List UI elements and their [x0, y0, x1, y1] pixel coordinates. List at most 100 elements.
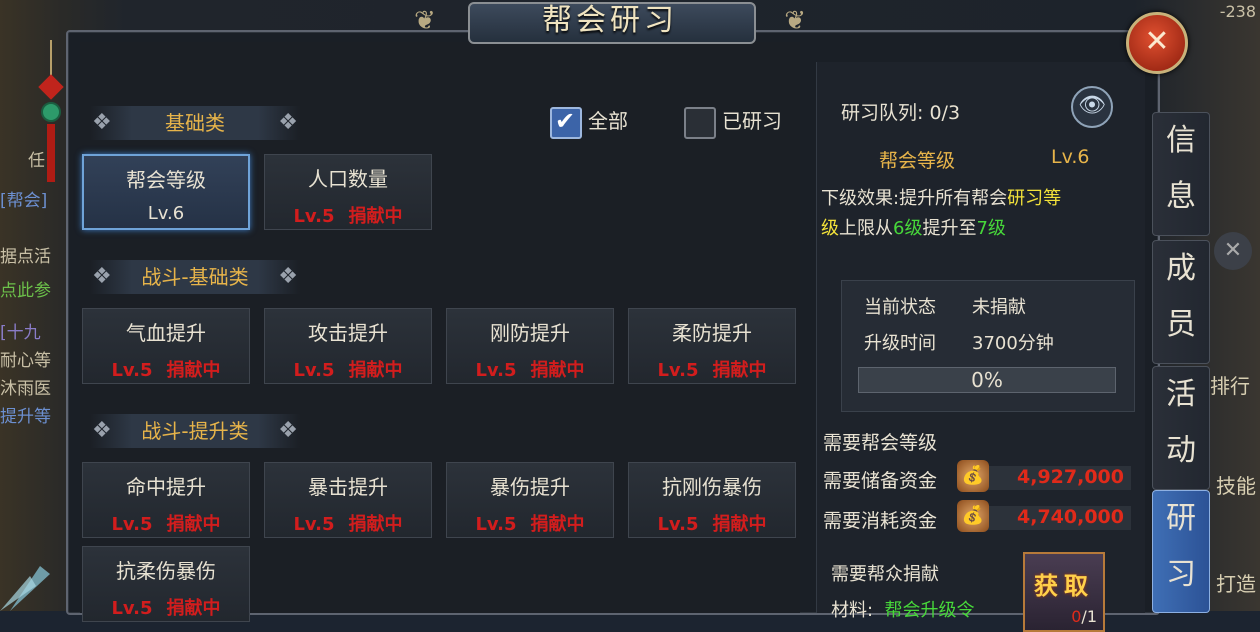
- card-name: 暴伤提升: [490, 475, 570, 499]
- tab-char: 成: [1166, 251, 1196, 286]
- research-card-soft-defense[interactable]: 柔防提升 Lv.5 捐献中: [628, 308, 796, 384]
- eye-icon[interactable]: 👁: [1071, 86, 1113, 128]
- research-card-hp[interactable]: 气血提升 Lv.5 捐献中: [82, 308, 250, 384]
- research-card-hit[interactable]: 命中提升 Lv.5 捐献中: [82, 462, 250, 538]
- card-level: Lv.5: [293, 514, 335, 535]
- effect-text: 提升至: [922, 218, 977, 239]
- filter-researched-checkbox[interactable]: 已研习: [684, 106, 782, 139]
- bg-text: 技能: [1216, 474, 1256, 498]
- card-status: Lv.5 捐献中: [265, 202, 431, 228]
- title-ornament-left-icon: ❦: [414, 6, 436, 36]
- card-name: 命中提升: [126, 475, 206, 499]
- card-status: Lv.5 捐献中: [629, 510, 795, 536]
- time-label: 升级时间: [864, 333, 936, 354]
- card-level: Lv.5: [657, 514, 699, 535]
- card-name: 帮会等级: [126, 168, 206, 192]
- background-chat-strip: 任 [帮会] 据点活 点此参 [十九 耐心等 沐雨医 提升等: [0, 140, 70, 600]
- queue-label: 研习队列:: [841, 102, 924, 124]
- card-progress: 捐献中: [712, 360, 767, 381]
- next-effect-line2: 级上限从6级提升至7级: [821, 214, 1006, 240]
- checkbox-unchecked-icon: [684, 106, 716, 139]
- card-progress: 捐献中: [166, 598, 221, 619]
- ornament-right-icon: ❖: [278, 264, 298, 289]
- tab-members[interactable]: 成员: [1152, 240, 1210, 364]
- research-card-anti-hard-crit[interactable]: 抗刚伤暴伤 Lv.5 捐献中: [628, 462, 796, 538]
- card-name: 气血提升: [126, 321, 206, 345]
- research-list-pane: 全部 已研习 ❖ 基础类 ❖ 帮会等级 Lv.6 人口数量 Lv.5 捐献中 ❖ 战斗-…: [80, 42, 800, 622]
- card-name: 抗刚伤暴伤: [662, 475, 762, 499]
- effect-to: 7级: [976, 218, 1006, 239]
- card-progress: 捐献中: [348, 206, 403, 227]
- section-header-basic: ❖ 基础类 ❖: [90, 106, 300, 140]
- effect-highlight: 级: [821, 218, 839, 239]
- detail-name: 帮会等级: [879, 150, 956, 172]
- card-level: Lv.5: [475, 514, 517, 535]
- research-card-crit-damage[interactable]: 暴伤提升 Lv.5 捐献中: [446, 462, 614, 538]
- get-label: 获取: [1034, 572, 1094, 600]
- close-button[interactable]: ✕: [1126, 12, 1188, 74]
- effect-text: 下级效果:提升所有帮会: [821, 188, 1008, 209]
- tab-activity[interactable]: 活动: [1152, 366, 1210, 490]
- tab-research[interactable]: 研习: [1152, 490, 1210, 613]
- card-progress: 捐献中: [530, 360, 585, 381]
- tab-info[interactable]: 信息: [1152, 112, 1210, 236]
- tab-char: 习: [1166, 557, 1196, 592]
- card-progress: 捐献中: [712, 514, 767, 535]
- queue-value: 0/3: [929, 102, 961, 124]
- tab-char: 员: [1166, 307, 1196, 342]
- req-consume-label: 需要消耗资金: [823, 510, 938, 532]
- money-bag-icon: 💰: [957, 500, 989, 532]
- research-card-crit[interactable]: 暴击提升 Lv.5 捐献中: [264, 462, 432, 538]
- section-title: 战斗-基础类: [141, 265, 249, 289]
- upgrade-progress-bar: 0%: [858, 367, 1116, 393]
- card-level: Lv.5: [111, 598, 153, 619]
- card-progress: 捐献中: [530, 514, 585, 535]
- card-level: Lv.5: [475, 360, 517, 381]
- bg-text: 排行: [1210, 374, 1250, 398]
- card-progress: 捐献中: [166, 360, 221, 381]
- effect-from: 6级: [893, 218, 923, 239]
- close-icon: ✕: [1144, 24, 1170, 59]
- material-line: 材料: 帮会升级令: [831, 596, 975, 622]
- card-status: Lv.5 捐献中: [265, 356, 431, 382]
- filter-all-checkbox[interactable]: 全部: [550, 106, 628, 139]
- get-material-button[interactable]: 获取 0/1: [1023, 552, 1105, 632]
- material-count: 0/1: [1071, 607, 1097, 626]
- time-value: 3700分钟: [972, 333, 1054, 354]
- research-card-attack[interactable]: 攻击提升 Lv.5 捐献中: [264, 308, 432, 384]
- card-name: 刚防提升: [490, 321, 570, 345]
- tab-char: 信: [1166, 123, 1196, 158]
- req-guild-level: 需要帮会等级: [823, 432, 938, 454]
- section-title: 战斗-提升类: [141, 419, 249, 443]
- research-card-guild-level[interactable]: 帮会等级 Lv.6: [82, 154, 250, 230]
- effect-highlight: 研习等: [1007, 188, 1062, 209]
- bg-text: [十九: [0, 323, 41, 343]
- tab-char: 活: [1166, 377, 1196, 412]
- state-value: 未捐献: [972, 297, 1026, 318]
- research-card-population[interactable]: 人口数量 Lv.5 捐献中: [264, 154, 432, 230]
- card-status: Lv.5 捐献中: [83, 594, 249, 620]
- research-detail-pane: 研习队列: 0/3 👁 帮会等级 Lv.6 下级效果:提升所有帮会研习等 级上限…: [816, 62, 1145, 632]
- bg-text: 点此参: [0, 281, 51, 301]
- research-card-hard-defense[interactable]: 刚防提升 Lv.5 捐献中: [446, 308, 614, 384]
- card-name: 抗柔伤暴伤: [116, 559, 216, 583]
- hanging-knot-ornament-icon: [38, 40, 64, 182]
- card-level: Lv.5: [293, 206, 335, 227]
- bg-text: 沐雨医: [0, 379, 51, 399]
- card-status: Lv.5 捐献中: [83, 510, 249, 536]
- tab-char: 研: [1166, 501, 1196, 536]
- req-reserve-label: 需要储备资金: [823, 470, 938, 492]
- card-name: 暴击提升: [308, 475, 388, 499]
- checkbox-checked-icon: [550, 106, 582, 139]
- ornament-left-icon: ❖: [92, 110, 112, 135]
- section-title: 基础类: [165, 111, 225, 135]
- queue-info: 研习队列: 0/3: [841, 98, 960, 125]
- money-bag-icon: 💰: [957, 460, 989, 492]
- bg-text: 耐心等: [0, 351, 51, 371]
- card-name: 柔防提升: [672, 321, 752, 345]
- bg-text: 打造: [1216, 572, 1256, 596]
- tab-char: 动: [1166, 433, 1196, 468]
- card-status: Lv.5 捐献中: [447, 356, 613, 382]
- card-level: Lv.5: [293, 360, 335, 381]
- card-level: Lv.5: [657, 360, 699, 381]
